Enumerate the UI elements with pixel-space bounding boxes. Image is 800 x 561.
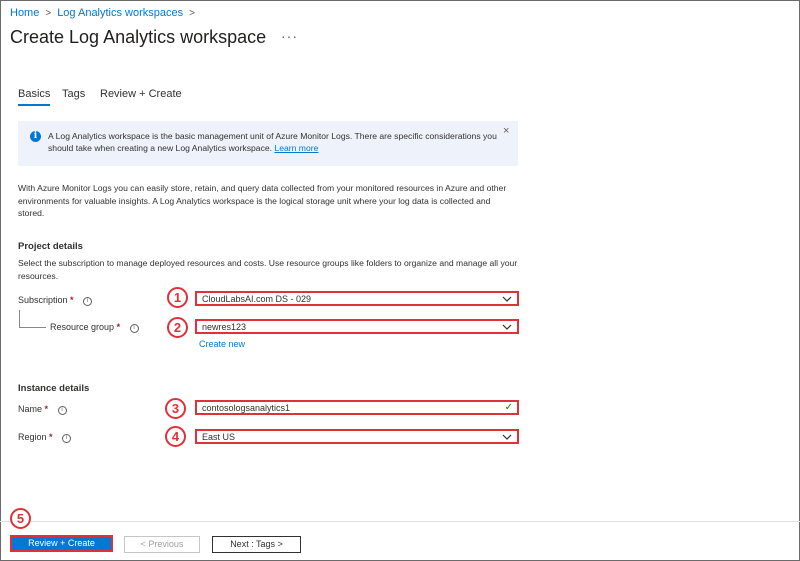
info-banner: i A Log Analytics workspace is the basic… [18, 121, 518, 166]
resource-group-dropdown[interactable]: newres123 [195, 319, 519, 334]
breadcrumb-separator: > [45, 8, 52, 19]
callout-4: 4 [165, 426, 186, 447]
required-marker: * [70, 295, 74, 305]
required-marker: * [49, 432, 53, 442]
resource-group-label-text: Resource group [50, 322, 115, 332]
region-dropdown[interactable]: East US [195, 429, 519, 444]
info-circle-icon[interactable]: i [129, 324, 139, 333]
more-options-icon[interactable]: ··· [281, 28, 298, 44]
breadcrumb-log-analytics-workspaces[interactable]: Log Analytics workspaces [57, 7, 183, 19]
tree-connector [19, 327, 46, 328]
tab-basics[interactable]: Basics [18, 88, 51, 106]
project-details-heading: Project details [18, 241, 83, 252]
resource-group-label: Resource group * i [50, 322, 139, 333]
info-banner-text: A Log Analytics workspace is the basic m… [48, 130, 503, 154]
info-circle-icon[interactable]: i [62, 434, 72, 443]
required-marker: * [44, 404, 49, 414]
page-title: Create Log Analytics workspace [10, 27, 267, 47]
workspace-name-input[interactable]: contosologsanalytics1 ✓ [195, 400, 519, 415]
footer-divider [0, 521, 800, 522]
info-icon: i [30, 131, 41, 142]
breadcrumb: Home > Log Analytics workspaces > [10, 7, 201, 19]
chevron-down-icon [502, 296, 512, 302]
tab-tags[interactable]: Tags [62, 88, 85, 100]
tree-connector [19, 310, 20, 327]
name-label: Name * i [18, 404, 67, 415]
callout-1: 1 [167, 287, 188, 308]
region-label-text: Region [18, 432, 47, 442]
breadcrumb-home[interactable]: Home [10, 7, 39, 19]
subscription-label-text: Subscription [18, 295, 68, 305]
close-icon[interactable]: × [503, 125, 509, 137]
name-label-text: Name [18, 404, 43, 414]
info-circle-icon[interactable]: i [57, 406, 67, 415]
info-banner-message: A Log Analytics workspace is the basic m… [48, 131, 497, 153]
project-details-description: Select the subscription to manage deploy… [18, 258, 518, 281]
region-value: East US [202, 432, 236, 442]
create-new-link[interactable]: Create new [199, 339, 245, 349]
breadcrumb-separator: > [189, 8, 195, 19]
required-marker: * [116, 322, 121, 332]
subscription-dropdown[interactable]: CloudLabsAI.com DS - 029 [195, 291, 519, 306]
callout-2: 2 [167, 317, 188, 338]
tab-review-create[interactable]: Review + Create [100, 88, 182, 100]
previous-button[interactable]: < Previous [124, 536, 200, 553]
region-label: Region * i [18, 432, 72, 443]
next-tags-button[interactable]: Next : Tags > [212, 536, 301, 553]
resource-group-value: newres123 [202, 322, 247, 332]
info-circle-icon[interactable]: i [83, 297, 93, 306]
learn-more-link[interactable]: Learn more [274, 143, 318, 153]
callout-3: 3 [165, 398, 186, 419]
workspace-name-value: contosologsanalytics1 [202, 403, 291, 413]
instance-details-heading: Instance details [18, 383, 90, 394]
chevron-down-icon [502, 324, 512, 330]
chevron-down-icon [502, 434, 512, 440]
subscription-label: Subscription * i [18, 295, 93, 306]
review-create-button[interactable]: Review + Create [10, 535, 113, 552]
intro-text: With Azure Monitor Logs you can easily s… [18, 183, 507, 218]
callout-5: 5 [10, 508, 31, 529]
checkmark-icon: ✓ [504, 402, 513, 413]
subscription-value: CloudLabsAI.com DS - 029 [202, 294, 312, 304]
